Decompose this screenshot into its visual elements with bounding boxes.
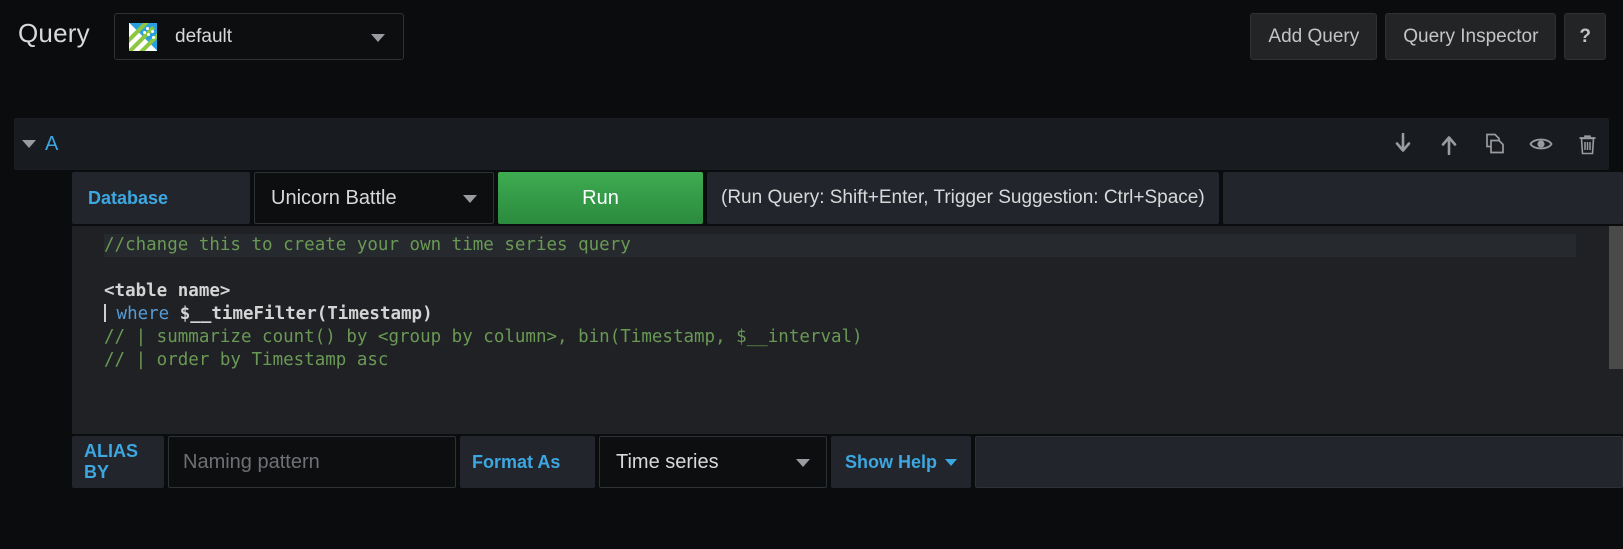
code-line-6: // | order by Timestamp asc <box>104 350 389 370</box>
database-select[interactable]: Unicorn Battle <box>254 172 494 224</box>
code-line-1: //change this to create your own time se… <box>104 235 631 255</box>
format-as-label: Format As <box>472 451 561 472</box>
query-options-row: ALIAS BY Format As Time series Show Help <box>72 436 1623 488</box>
query-row: A <box>0 118 1623 170</box>
azure-data-explorer-icon <box>129 22 157 51</box>
chevron-down-icon <box>463 195 477 203</box>
format-as-select[interactable]: Time series <box>599 436 827 488</box>
query-header-left: A <box>22 118 58 170</box>
database-row: Database Unicorn Battle Run (Run Query: … <box>72 172 1623 224</box>
toolbar-actions: Add Query Query Inspector ? <box>1250 13 1606 60</box>
alias-input[interactable] <box>168 436 456 488</box>
alias-label-segment: ALIAS BY <box>72 436 164 488</box>
format-label-segment: Format As <box>460 436 595 488</box>
page-title: Query <box>18 18 90 48</box>
show-help-toggle[interactable]: Show Help <box>831 436 972 488</box>
database-label-segment: Database <box>72 172 250 224</box>
chevron-down-icon <box>945 458 958 466</box>
remove-query-icon[interactable] <box>1575 132 1599 156</box>
alias-by-label: ALIAS BY <box>84 441 138 482</box>
options-row-filler <box>975 436 1623 488</box>
chevron-down-icon <box>796 459 810 467</box>
query-editor: Database Unicorn Battle Run (Run Query: … <box>72 172 1623 488</box>
query-header-actions <box>1391 118 1599 170</box>
show-help-label: Show Help <box>845 451 938 472</box>
query-inspector-button[interactable]: Query Inspector <box>1385 13 1557 60</box>
code-line-5: // | summarize count() by <group by colu… <box>104 327 863 347</box>
run-hint-text: (Run Query: Shift+Enter, Trigger Suggest… <box>721 187 1205 208</box>
query-ref-id[interactable]: A <box>45 133 58 156</box>
query-toolbar: Query default Add Query Query Inspector … <box>0 0 1623 74</box>
code-line-4: where $__timeFilter(Timestamp) <box>104 304 433 324</box>
datasource-picker[interactable]: default <box>114 13 404 60</box>
row-filler <box>1222 172 1623 224</box>
kusto-code-editor[interactable]: //change this to create your own time se… <box>72 226 1623 434</box>
add-query-button[interactable]: Add Query <box>1250 13 1378 60</box>
datasource-name: default <box>175 25 233 47</box>
chevron-down-icon <box>371 33 385 42</box>
format-as-value: Time series <box>616 450 719 473</box>
move-query-down-icon[interactable] <box>1391 132 1415 156</box>
code-content: //change this to create your own time se… <box>104 234 863 372</box>
run-query-button[interactable]: Run <box>498 172 703 224</box>
code-line-3: <table name> <box>104 281 231 301</box>
move-query-up-icon[interactable] <box>1437 132 1461 156</box>
chevron-down-icon[interactable] <box>22 140 36 148</box>
alias-input-wrap <box>168 436 456 488</box>
query-header: A <box>14 118 1609 170</box>
database-value: Unicorn Battle <box>271 186 397 209</box>
editor-scrollbar-track[interactable] <box>1609 226 1623 434</box>
database-label: Database <box>88 187 169 208</box>
toggle-query-visibility-icon[interactable] <box>1529 132 1553 156</box>
editor-scrollbar-thumb[interactable] <box>1609 226 1623 369</box>
duplicate-query-icon[interactable] <box>1483 132 1507 156</box>
run-hint-segment: (Run Query: Shift+Enter, Trigger Suggest… <box>707 172 1219 224</box>
help-button[interactable]: ? <box>1564 13 1606 60</box>
